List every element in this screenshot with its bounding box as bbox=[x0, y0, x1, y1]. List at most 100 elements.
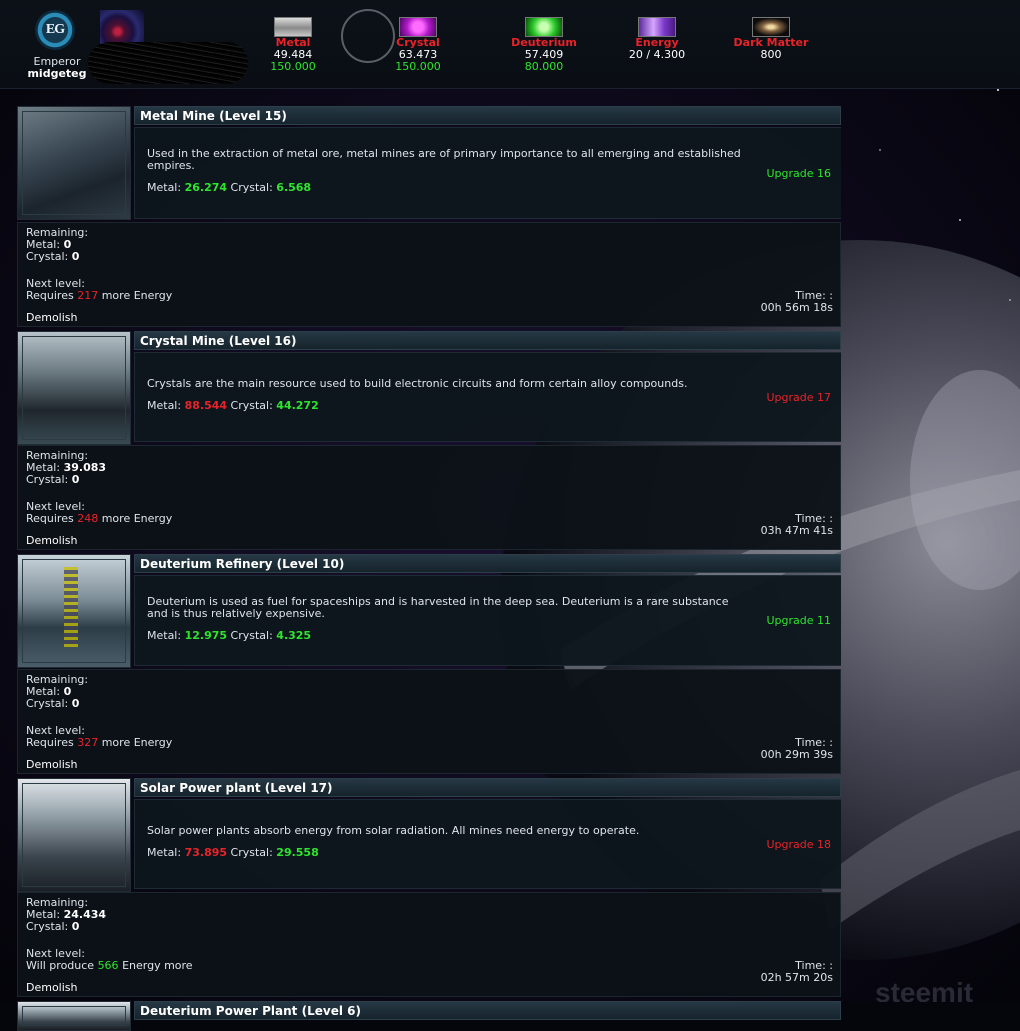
resource-dark-matter: Dark Matter 800 bbox=[726, 17, 816, 61]
upgrade-button[interactable]: Upgrade 17 bbox=[766, 353, 831, 441]
energy-icon bbox=[638, 17, 676, 37]
cost-crystal: 44.272 bbox=[276, 399, 319, 412]
watermark: steemit bbox=[875, 977, 973, 1002]
building-crystal-mine: Crystal Mine (Level 16) Crystals are the… bbox=[17, 331, 841, 550]
upgrade-button[interactable]: Upgrade 11 bbox=[766, 576, 831, 665]
cost-metal: 26.274 bbox=[184, 181, 228, 194]
building-image-metal-mine[interactable] bbox=[17, 106, 131, 220]
remaining-crystal: Crystal: 0 bbox=[26, 251, 832, 263]
remaining-label: Remaining: bbox=[26, 673, 89, 686]
build-time: Time: :00h 29m 39s bbox=[761, 737, 833, 761]
next-suffix: more Energy bbox=[101, 512, 173, 525]
building-image-deuterium-power-plant[interactable] bbox=[17, 1001, 131, 1031]
building-description-panel: Crystals are the main resource used to b… bbox=[134, 352, 841, 442]
resource-capacity: 150.000 bbox=[395, 60, 441, 73]
next-level-requirement: Requires 327 more Energy bbox=[26, 737, 832, 749]
remaining-crystal-value: 0 bbox=[71, 697, 80, 710]
building-info-panel: Remaining: Metal: 24.434 Crystal: 0 Next… bbox=[17, 892, 841, 997]
resource-value: 800 bbox=[760, 48, 782, 61]
next-suffix: more Energy bbox=[101, 289, 173, 302]
building-image-deuterium-refinery[interactable] bbox=[17, 554, 131, 668]
buildings-list: Metal Mine (Level 15) Used in the extrac… bbox=[17, 106, 841, 1031]
building-title: Deuterium Power Plant (Level 6) bbox=[134, 1001, 841, 1020]
next-prefix: Requires bbox=[26, 289, 74, 302]
next-prefix: Will produce bbox=[26, 959, 95, 972]
resource-deuterium: Deuterium 57.409 80.000 bbox=[499, 17, 589, 73]
remaining-metal: Metal: 0 bbox=[26, 686, 832, 698]
building-description-panel: Deuterium is used as fuel for spaceships… bbox=[134, 575, 841, 666]
dark-matter-icon bbox=[752, 17, 790, 37]
building-description: Crystals are the main resource used to b… bbox=[147, 377, 688, 390]
next-amount: 248 bbox=[77, 512, 99, 525]
planet-selector-redacted[interactable] bbox=[88, 42, 248, 84]
time-value: 03h 47m 41s bbox=[760, 524, 833, 537]
building-info-panel: Remaining: Metal: 0 Crystal: 0 Next leve… bbox=[17, 669, 841, 774]
resource-crystal: Crystal 63.473 150.000 bbox=[373, 17, 463, 73]
remaining-crystal-value: 0 bbox=[71, 920, 80, 933]
next-amount: 566 bbox=[97, 959, 119, 972]
metal-icon bbox=[274, 17, 312, 37]
cost-crystal: 4.325 bbox=[276, 629, 312, 642]
time-value: 00h 29m 39s bbox=[760, 748, 833, 761]
time-value: 02h 57m 20s bbox=[760, 971, 833, 984]
next-amount: 217 bbox=[77, 289, 99, 302]
next-level-requirement: Requires 217 more Energy bbox=[26, 290, 832, 302]
building-title: Crystal Mine (Level 16) bbox=[134, 331, 841, 350]
cost-crystal: 29.558 bbox=[276, 846, 319, 859]
building-deuterium-power-plant: Deuterium Power Plant (Level 6) bbox=[17, 1001, 841, 1031]
remaining-metal: Metal: 0 bbox=[26, 239, 832, 251]
build-time: Time: :00h 56m 18s bbox=[761, 290, 833, 314]
build-time: Time: :03h 47m 41s bbox=[761, 513, 833, 537]
building-title: Solar Power plant (Level 17) bbox=[134, 778, 841, 797]
next-level-requirement: Will produce 566 Energy more bbox=[26, 960, 832, 972]
player-name: midgeteg bbox=[27, 67, 87, 80]
resource-energy: Energy 20 / 4.300 bbox=[612, 17, 702, 61]
building-cost: Metal: 12.975 Crystal: 4.325 bbox=[147, 630, 747, 642]
time-value: 00h 56m 18s bbox=[760, 301, 833, 314]
building-description: Deuterium is used as fuel for spaceships… bbox=[147, 595, 729, 620]
alliance-emblem[interactable]: EG bbox=[35, 10, 75, 50]
building-image-crystal-mine[interactable] bbox=[17, 331, 131, 445]
emblem-label: EG bbox=[45, 22, 65, 37]
demolish-link[interactable]: Demolish bbox=[26, 535, 78, 547]
building-image-solar-power-plant[interactable] bbox=[17, 778, 131, 892]
building-cost: Metal: 26.274 Crystal: 6.568 bbox=[147, 182, 747, 194]
cost-metal-label: Metal: bbox=[147, 629, 182, 642]
demolish-link[interactable]: Demolish bbox=[26, 982, 78, 994]
building-description: Solar power plants absorb energy from so… bbox=[147, 824, 640, 837]
remaining-crystal: Crystal: 0 bbox=[26, 921, 832, 933]
building-info-panel: Remaining: Metal: 39.083 Crystal: 0 Next… bbox=[17, 445, 841, 550]
cost-crystal-label: Crystal: bbox=[230, 629, 273, 642]
remaining-crystal: Crystal: 0 bbox=[26, 698, 832, 710]
cost-metal: 88.544 bbox=[184, 399, 228, 412]
building-title: Deuterium Refinery (Level 10) bbox=[134, 554, 841, 573]
demolish-link[interactable]: Demolish bbox=[26, 312, 78, 324]
crystal-icon bbox=[399, 17, 437, 37]
resource-value: 20 / 4.300 bbox=[628, 48, 686, 61]
demolish-link[interactable]: Demolish bbox=[26, 759, 78, 771]
remaining-label: Remaining: bbox=[26, 449, 89, 462]
remaining-crystal-label: Crystal: bbox=[26, 920, 69, 933]
upgrade-button[interactable]: Upgrade 18 bbox=[766, 800, 831, 888]
building-deuterium-refinery: Deuterium Refinery (Level 10) Deuterium … bbox=[17, 554, 841, 774]
next-level-requirement: Requires 248 more Energy bbox=[26, 513, 832, 525]
remaining-crystal: Crystal: 0 bbox=[26, 474, 832, 486]
next-suffix: more Energy bbox=[101, 736, 173, 749]
cost-metal-label: Metal: bbox=[147, 399, 182, 412]
building-title: Metal Mine (Level 15) bbox=[134, 106, 841, 125]
cost-metal: 73.895 bbox=[184, 846, 228, 859]
remaining-label: Remaining: bbox=[26, 226, 89, 239]
building-info-panel: Remaining: Metal: 0 Crystal: 0 Next leve… bbox=[17, 222, 841, 327]
cost-metal: 12.975 bbox=[184, 629, 228, 642]
next-prefix: Requires bbox=[26, 736, 74, 749]
next-suffix: Energy more bbox=[122, 959, 193, 972]
cost-crystal-label: Crystal: bbox=[230, 181, 273, 194]
upgrade-button[interactable]: Upgrade 16 bbox=[766, 128, 831, 218]
building-description-panel: Used in the extraction of metal ore, met… bbox=[134, 127, 841, 219]
building-metal-mine: Metal Mine (Level 15) Used in the extrac… bbox=[17, 106, 841, 327]
remaining-label: Remaining: bbox=[26, 896, 89, 909]
resource-capacity: 150.000 bbox=[270, 60, 316, 73]
remaining-crystal-label: Crystal: bbox=[26, 250, 69, 263]
build-time: Time: :02h 57m 20s bbox=[761, 960, 833, 984]
planet-thumbnail[interactable] bbox=[100, 10, 144, 46]
